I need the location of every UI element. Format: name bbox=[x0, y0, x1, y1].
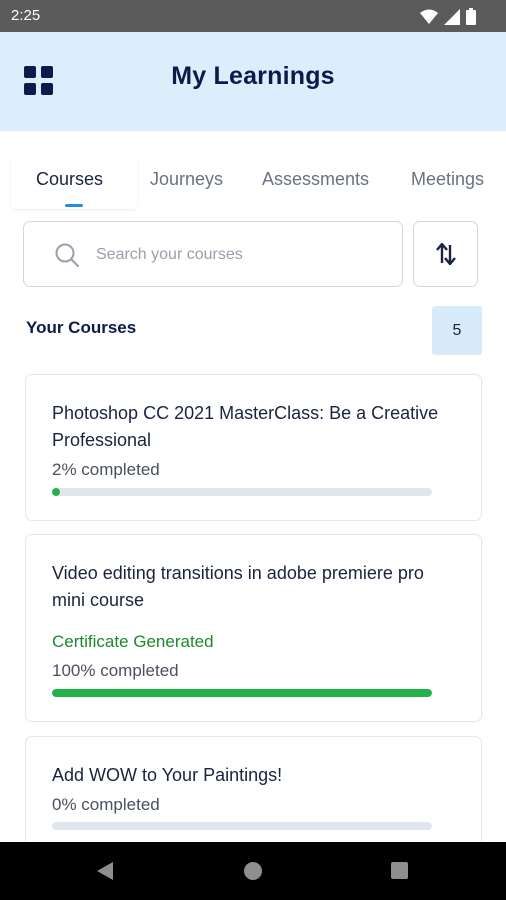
status-time: 2:25 bbox=[11, 7, 41, 24]
tab-courses[interactable]: Courses bbox=[36, 169, 103, 190]
progress-bar bbox=[52, 822, 432, 830]
recents-icon[interactable] bbox=[391, 862, 408, 879]
course-progress-text: 0% completed bbox=[52, 795, 160, 814]
tab-indicator bbox=[65, 204, 83, 207]
status-icons bbox=[420, 8, 476, 25]
course-count-badge: 5 bbox=[432, 306, 482, 355]
signal-icon bbox=[444, 8, 460, 25]
course-title: Add WOW to Your Paintings! bbox=[52, 765, 283, 785]
course-progress-text: 2% completed bbox=[52, 460, 160, 479]
progress-bar bbox=[52, 689, 432, 697]
tab-assessments[interactable]: Assessments bbox=[262, 169, 369, 190]
page-title: My Learnings bbox=[171, 62, 335, 90]
course-progress-text: 100% completed bbox=[52, 661, 179, 680]
course-card[interactable]: Photoshop CC 2021 MasterClass: Be a Crea… bbox=[25, 374, 482, 521]
search-box[interactable] bbox=[23, 221, 403, 287]
home-icon[interactable] bbox=[244, 862, 262, 880]
course-card[interactable]: Video editing transitions in adobe premi… bbox=[25, 534, 482, 722]
status-bar: 2:25 bbox=[0, 0, 506, 32]
progress-fill bbox=[52, 689, 432, 697]
search-input[interactable] bbox=[96, 242, 386, 268]
course-title: Photoshop CC 2021 MasterClass: Be a Crea… bbox=[52, 403, 439, 450]
course-title: Video editing transitions in adobe premi… bbox=[52, 563, 424, 610]
app-header: My Learnings bbox=[0, 32, 506, 131]
sort-button[interactable] bbox=[413, 221, 478, 287]
tab-bar: Courses Journeys Assessments Meetings bbox=[0, 131, 506, 209]
progress-fill bbox=[52, 488, 60, 496]
search-icon bbox=[55, 243, 79, 267]
progress-bar bbox=[52, 488, 432, 496]
battery-icon bbox=[466, 8, 476, 25]
tab-journeys[interactable]: Journeys bbox=[150, 169, 223, 190]
sort-icon bbox=[436, 243, 456, 265]
certificate-status: Certificate Generated bbox=[52, 632, 214, 651]
wifi-icon bbox=[420, 9, 438, 24]
system-nav-bar bbox=[0, 842, 506, 900]
tab-meetings[interactable]: Meetings bbox=[411, 169, 484, 190]
back-icon[interactable] bbox=[96, 861, 114, 881]
section-title: Your Courses bbox=[26, 318, 137, 337]
